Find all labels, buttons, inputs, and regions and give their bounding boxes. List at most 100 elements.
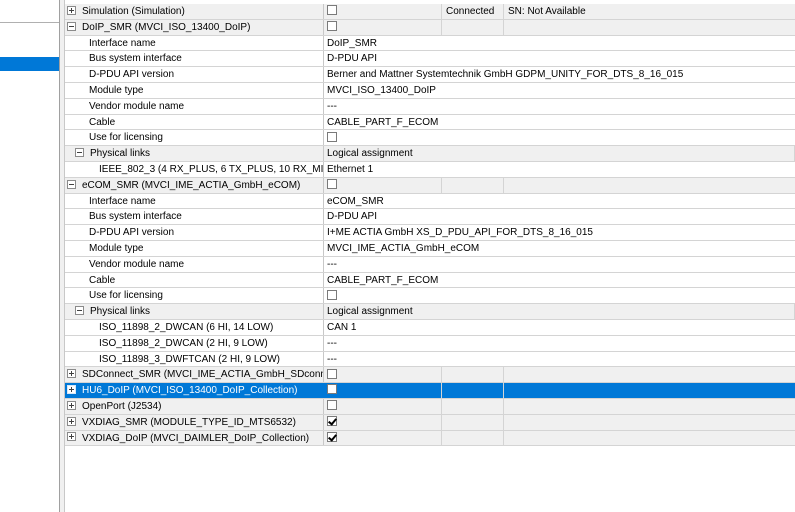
property-name: D-PDU API version — [65, 225, 324, 240]
enable-checkbox[interactable] — [327, 384, 337, 395]
property-value[interactable]: MVCI_IME_ACTIA_GmbH_eCOM — [324, 241, 795, 256]
property-name: Use for licensing — [65, 288, 324, 304]
property-value[interactable]: DoIP_SMR — [324, 36, 795, 51]
collapse-icon[interactable] — [75, 148, 84, 158]
property-row[interactable]: Use for licensing — [65, 130, 795, 147]
enable-checkbox[interactable] — [327, 400, 337, 411]
property-value[interactable]: CABLE_PART_F_ECOM — [324, 115, 795, 130]
property-value[interactable]: Berner and Mattner Systemtechnik GmbH GD… — [324, 67, 795, 82]
link-assignment[interactable]: --- — [324, 352, 795, 367]
property-row[interactable]: D-PDU API version Berner and Mattner Syst… — [65, 67, 795, 83]
serial-number: SN: Not Available — [508, 6, 586, 17]
link-assignment[interactable]: --- — [324, 336, 795, 351]
group-label: DoIP_SMR (MVCI_ISO_13400_DoIP) — [82, 21, 251, 33]
link-assignment[interactable]: Ethernet 1 — [324, 162, 795, 177]
collapse-icon[interactable] — [67, 21, 76, 31]
property-name: Vendor module name — [65, 98, 324, 114]
property-value[interactable]: D-PDU API — [324, 51, 795, 66]
licensing-checkbox[interactable] — [327, 289, 337, 300]
links-label: Physical links — [90, 148, 151, 160]
property-name: D-PDU API version — [65, 67, 324, 82]
property-name: Interface name — [65, 35, 324, 51]
property-name: Use for licensing — [65, 130, 324, 146]
group-row-openport[interactable]: OpenPort (J2534) — [65, 398, 795, 415]
property-name: Cable — [65, 114, 324, 130]
left-pane-selected-item[interactable] — [0, 57, 59, 71]
property-value[interactable]: I+ME ACTIA GmbH XS_D_PDU_API_FOR_DTS_8_1… — [324, 225, 795, 240]
link-name: ISO_11898_2_DWCAN (6 HI, 14 LOW) — [65, 319, 324, 335]
group-label: VXDIAG_SMR (MODULE_TYPE_ID_MTS6532) — [82, 416, 296, 428]
property-name: Bus system interface — [65, 51, 324, 67]
property-name: Interface name — [65, 193, 324, 209]
group-row-vxdiag-smr[interactable]: VXDIAG_SMR (MODULE_TYPE_ID_MTS6532) — [65, 414, 795, 431]
interface-property-grid: Simulation (Simulation) Connected SN: No… — [65, 4, 795, 447]
group-label: OpenPort (J2534) — [82, 400, 162, 412]
group-label: VXDIAG_DoIP (MVCI_DAIMLER_DoIP_Collectio… — [82, 432, 310, 444]
physical-link-row[interactable]: IEEE_802_3 (4 RX_PLUS, 6 TX_PLUS, 10 RX_… — [65, 161, 795, 178]
property-value[interactable]: CABLE_PART_F_ECOM — [324, 273, 795, 288]
property-row[interactable]: Cable CABLE_PART_F_ECOM — [65, 114, 795, 131]
group-row-vxdiag-doip[interactable]: VXDIAG_DoIP (MVCI_DAIMLER_DoIP_Collectio… — [65, 430, 795, 447]
property-value[interactable]: --- — [324, 257, 795, 272]
property-name: Cable — [65, 272, 324, 288]
property-name: Bus system interface — [65, 209, 324, 225]
link-name: ISO_11898_3_DWFTCAN (2 HI, 9 LOW) — [65, 351, 324, 367]
property-row[interactable]: Vendor module name --- — [65, 256, 795, 273]
links-assignment-header: Logical assignment — [324, 146, 795, 161]
licensing-checkbox[interactable] — [327, 131, 337, 142]
group-label: SDConnect_SMR (MVCI_IME_ACTIA_GmbH_SDcon… — [82, 369, 324, 381]
expand-icon[interactable] — [67, 416, 76, 426]
group-row-hu6-doip[interactable]: HU6_DoIP (MVCI_ISO_13400_DoIP_Collection… — [65, 383, 795, 399]
property-value[interactable]: --- — [324, 99, 795, 114]
property-row[interactable]: Interface name eCOM_SMR — [65, 193, 795, 210]
link-name: ISO_11898_2_DWCAN (2 HI, 9 LOW) — [65, 335, 324, 351]
property-value[interactable]: D-PDU API — [324, 209, 795, 224]
physical-links-header[interactable]: Physical links Logical assignment — [65, 146, 795, 162]
connection-status: Connected — [442, 4, 504, 19]
expand-icon[interactable] — [67, 5, 76, 15]
property-name: Vendor module name — [65, 256, 324, 272]
enable-checkbox[interactable] — [327, 21, 337, 32]
group-row-simulation[interactable]: Simulation (Simulation) Connected SN: No… — [65, 4, 795, 20]
property-row[interactable]: Use for licensing — [65, 288, 795, 305]
property-value[interactable]: MVCI_ISO_13400_DoIP — [324, 83, 795, 98]
enable-checkbox[interactable] — [327, 431, 337, 442]
property-row[interactable]: Bus system interface D-PDU API — [65, 209, 795, 226]
expand-icon[interactable] — [67, 369, 76, 379]
enable-checkbox[interactable] — [327, 5, 337, 16]
property-row[interactable]: D-PDU API version I+ME ACTIA GmbH XS_D_PD… — [65, 225, 795, 241]
physical-link-row[interactable]: ISO_11898_2_DWCAN (2 HI, 9 LOW) --- — [65, 335, 795, 352]
left-pane-divider — [0, 22, 59, 23]
expand-icon[interactable] — [67, 384, 76, 394]
group-label: Simulation (Simulation) — [82, 6, 185, 17]
collapse-icon[interactable] — [67, 179, 76, 189]
property-name: Module type — [65, 82, 324, 98]
property-value[interactable]: eCOM_SMR — [324, 194, 795, 209]
group-row-sdconnect-smr[interactable]: SDConnect_SMR (MVCI_IME_ACTIA_GmbH_SDcon… — [65, 367, 795, 384]
enable-checkbox[interactable] — [327, 368, 337, 379]
links-assignment-header: Logical assignment — [324, 304, 795, 319]
link-assignment[interactable]: CAN 1 — [324, 320, 795, 335]
expand-icon[interactable] — [67, 432, 76, 442]
collapse-icon[interactable] — [75, 306, 84, 315]
group-row-ecom-smr[interactable]: eCOM_SMR (MVCI_IME_ACTIA_GmbH_eCOM) — [65, 177, 795, 194]
expand-icon[interactable] — [67, 400, 76, 410]
property-row[interactable]: Cable CABLE_PART_F_ECOM — [65, 272, 795, 289]
property-row[interactable]: Module type MVCI_IME_ACTIA_GmbH_eCOM — [65, 240, 795, 257]
property-name: Module type — [65, 240, 324, 256]
physical-links-header[interactable]: Physical links Logical assignment — [65, 304, 795, 320]
group-label: HU6_DoIP (MVCI_ISO_13400_DoIP_Collection… — [82, 385, 298, 397]
property-row[interactable]: Interface name DoIP_SMR — [65, 35, 795, 52]
property-row[interactable]: Bus system interface D-PDU API — [65, 51, 795, 68]
physical-link-row[interactable]: ISO_11898_3_DWFTCAN (2 HI, 9 LOW) --- — [65, 351, 795, 368]
enable-checkbox[interactable] — [327, 179, 337, 190]
physical-link-row[interactable]: ISO_11898_2_DWCAN (6 HI, 14 LOW) CAN 1 — [65, 319, 795, 336]
group-label: eCOM_SMR (MVCI_IME_ACTIA_GmbH_eCOM) — [82, 179, 301, 191]
left-tree-pane[interactable] — [0, 0, 60, 512]
links-label: Physical links — [90, 306, 151, 318]
property-row[interactable]: Module type MVCI_ISO_13400_DoIP — [65, 82, 795, 99]
property-row[interactable]: Vendor module name --- — [65, 98, 795, 115]
enable-checkbox[interactable] — [327, 416, 337, 427]
link-name: IEEE_802_3 (4 RX_PLUS, 6 TX_PLUS, 10 RX_… — [65, 161, 324, 177]
group-row-doip-smr[interactable]: DoIP_SMR (MVCI_ISO_13400_DoIP) — [65, 19, 795, 36]
